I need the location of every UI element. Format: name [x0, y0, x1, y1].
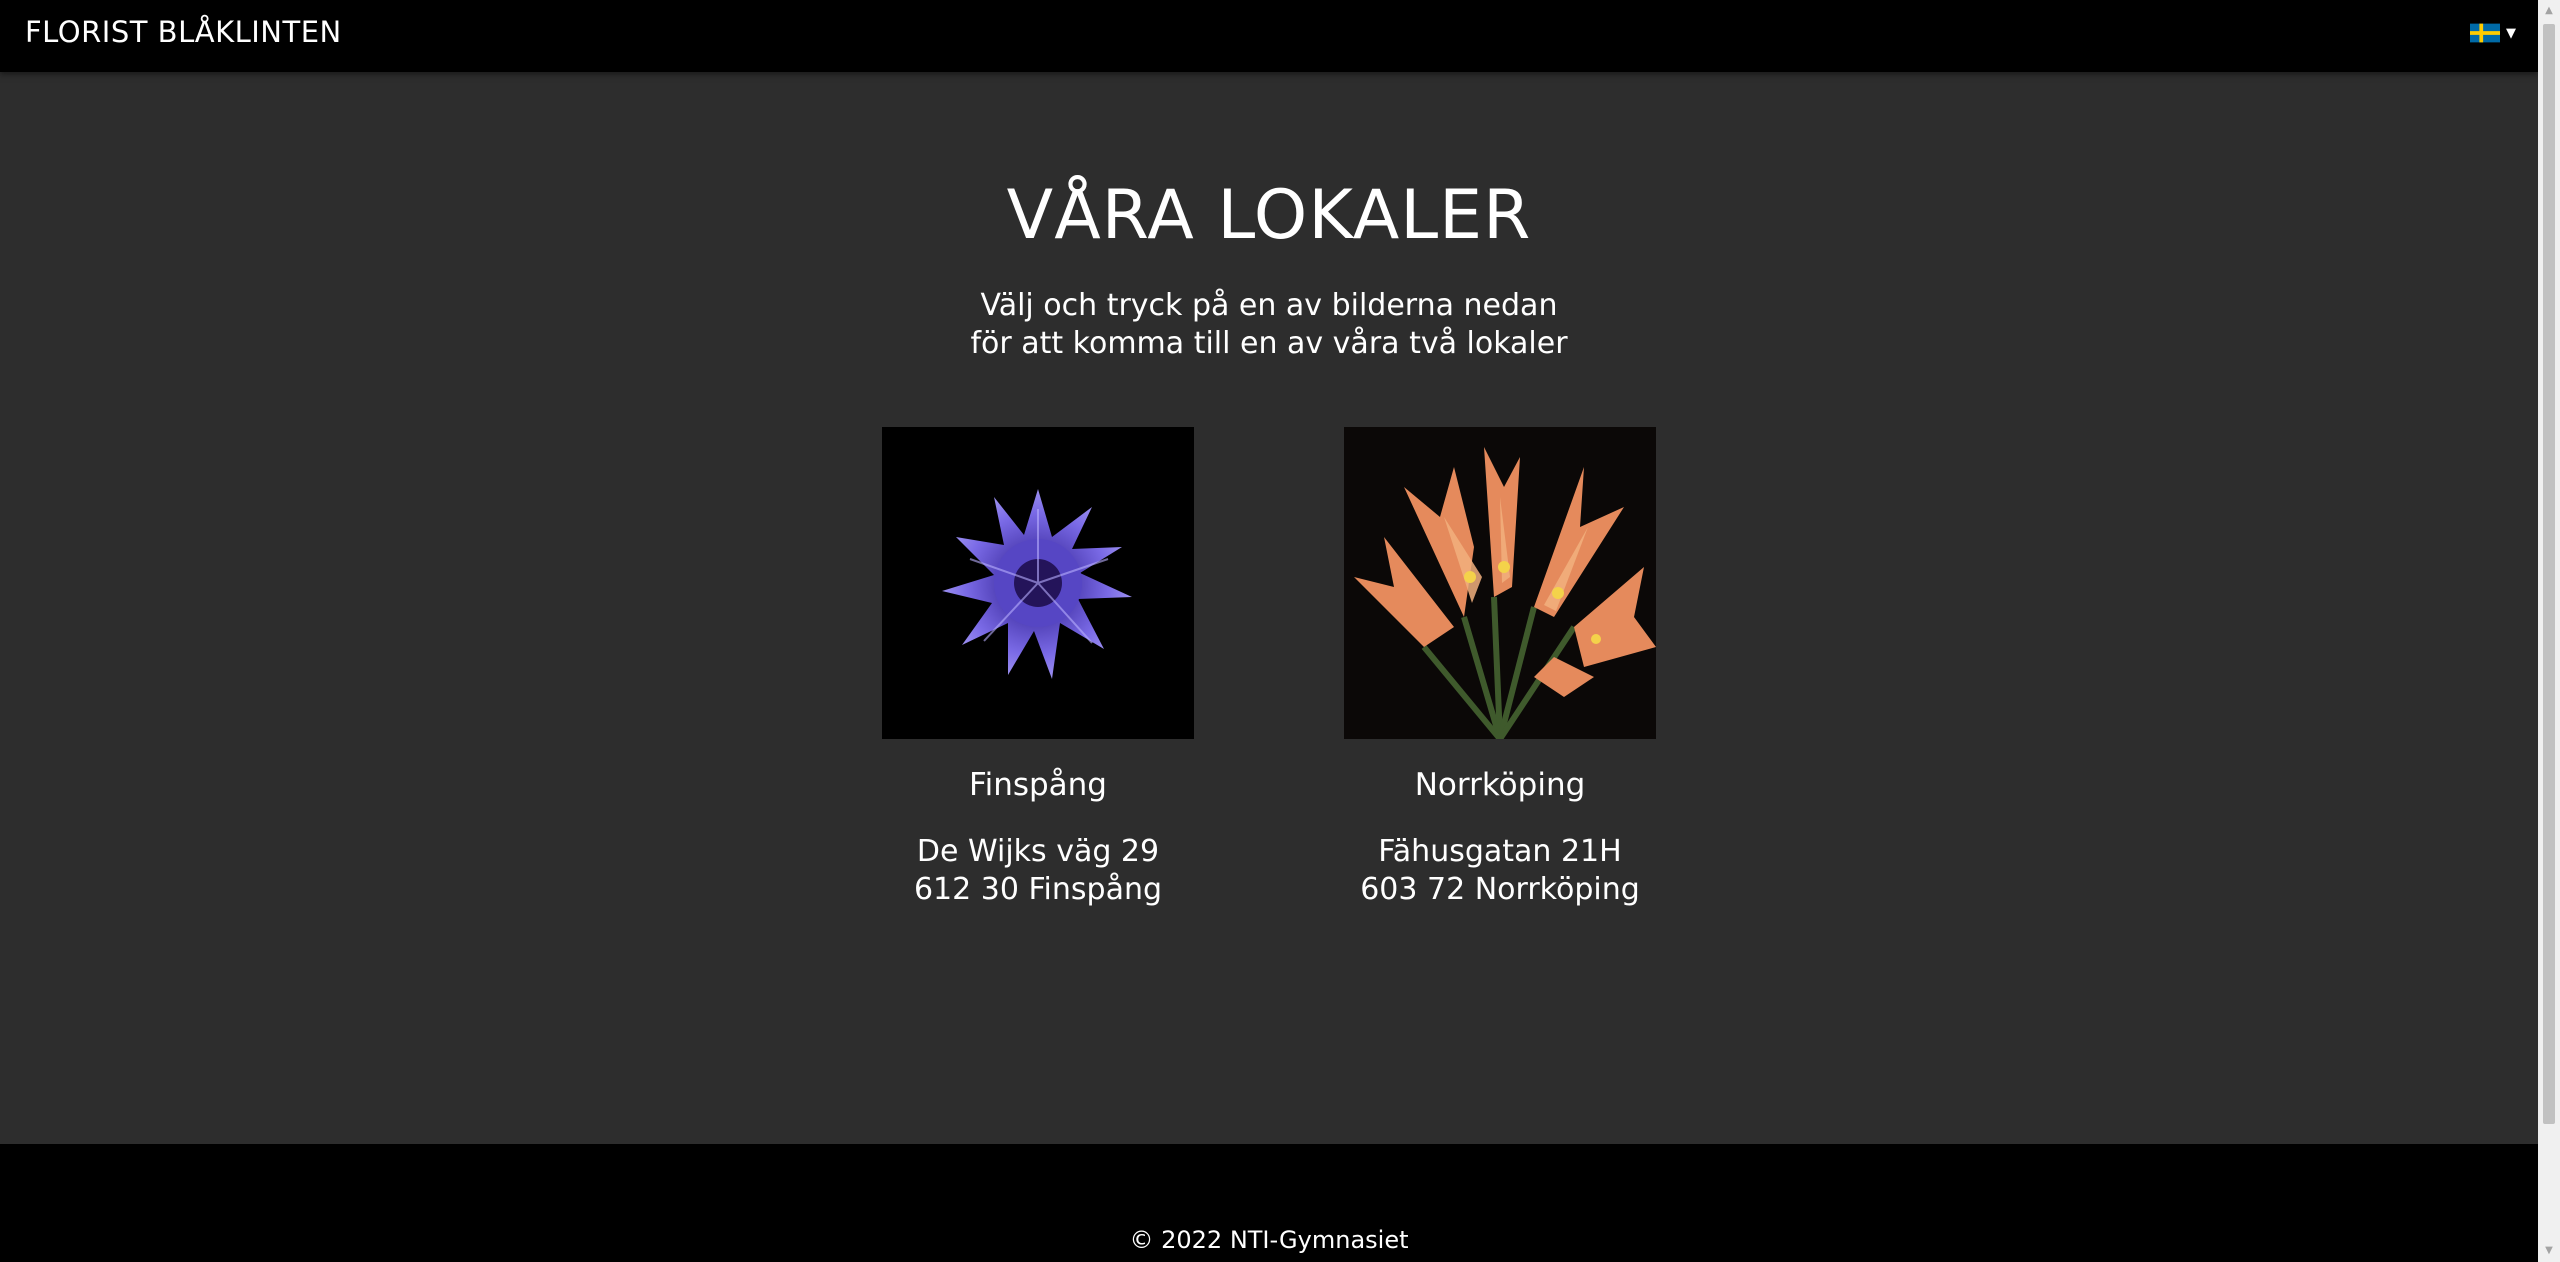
location-address: Fähusgatan 21H 603 72 Norrköping — [1290, 833, 1710, 909]
scroll-down-arrow-icon[interactable]: ▼ — [2538, 1240, 2560, 1262]
location-address: De Wijks väg 29 612 30 Finspång — [828, 833, 1248, 909]
caret-down-icon: ▼ — [2506, 25, 2516, 41]
address-street: De Wijks väg 29 — [916, 834, 1160, 869]
norrkoping-flower-image[interactable] — [1344, 427, 1656, 739]
swedish-flag-icon — [2470, 23, 2500, 43]
brand-logo-link[interactable]: FLORIST BLÅKLINTEN — [25, 15, 342, 49]
location-name: Finspång — [969, 767, 1107, 803]
vertical-scrollbar[interactable]: ▲ ▼ — [2538, 0, 2560, 1262]
intro-line-2: för att komma till en av våra två lokale… — [970, 326, 1568, 361]
footer: © 2022 NTI-Gymnasiet — [0, 1144, 2538, 1262]
finspang-flower-image[interactable] — [882, 427, 1194, 739]
intro-text: Välj och tryck på en av bilderna nedan f… — [0, 287, 2538, 363]
address-postal: 603 72 Norrköping — [1360, 872, 1640, 907]
address-postal: 612 30 Finspång — [913, 872, 1163, 907]
scroll-up-arrow-icon[interactable]: ▲ — [2538, 0, 2560, 22]
location-card-norrkoping[interactable]: Norrköping Fähusgatan 21H 603 72 Norrköp… — [1290, 427, 1710, 909]
address-street: Fähusgatan 21H — [1378, 834, 1622, 869]
cornflower-illustration — [882, 427, 1194, 739]
clivia-illustration — [1344, 427, 1656, 739]
intro-line-1: Välj och tryck på en av bilderna nedan — [980, 288, 1558, 323]
copyright-text: © 2022 NTI-Gymnasiet — [1129, 1226, 1409, 1254]
location-name: Norrköping — [1414, 767, 1586, 803]
top-navbar: FLORIST BLÅKLINTEN ▼ — [0, 0, 2538, 72]
page-title: VÅRA LOKALER — [1006, 176, 1532, 255]
language-selector[interactable]: ▼ — [2470, 23, 2516, 43]
location-card-finspang[interactable]: Finspång De Wijks väg 29 612 30 Finspång — [828, 427, 1248, 909]
scrollbar-thumb[interactable] — [2543, 24, 2555, 1124]
